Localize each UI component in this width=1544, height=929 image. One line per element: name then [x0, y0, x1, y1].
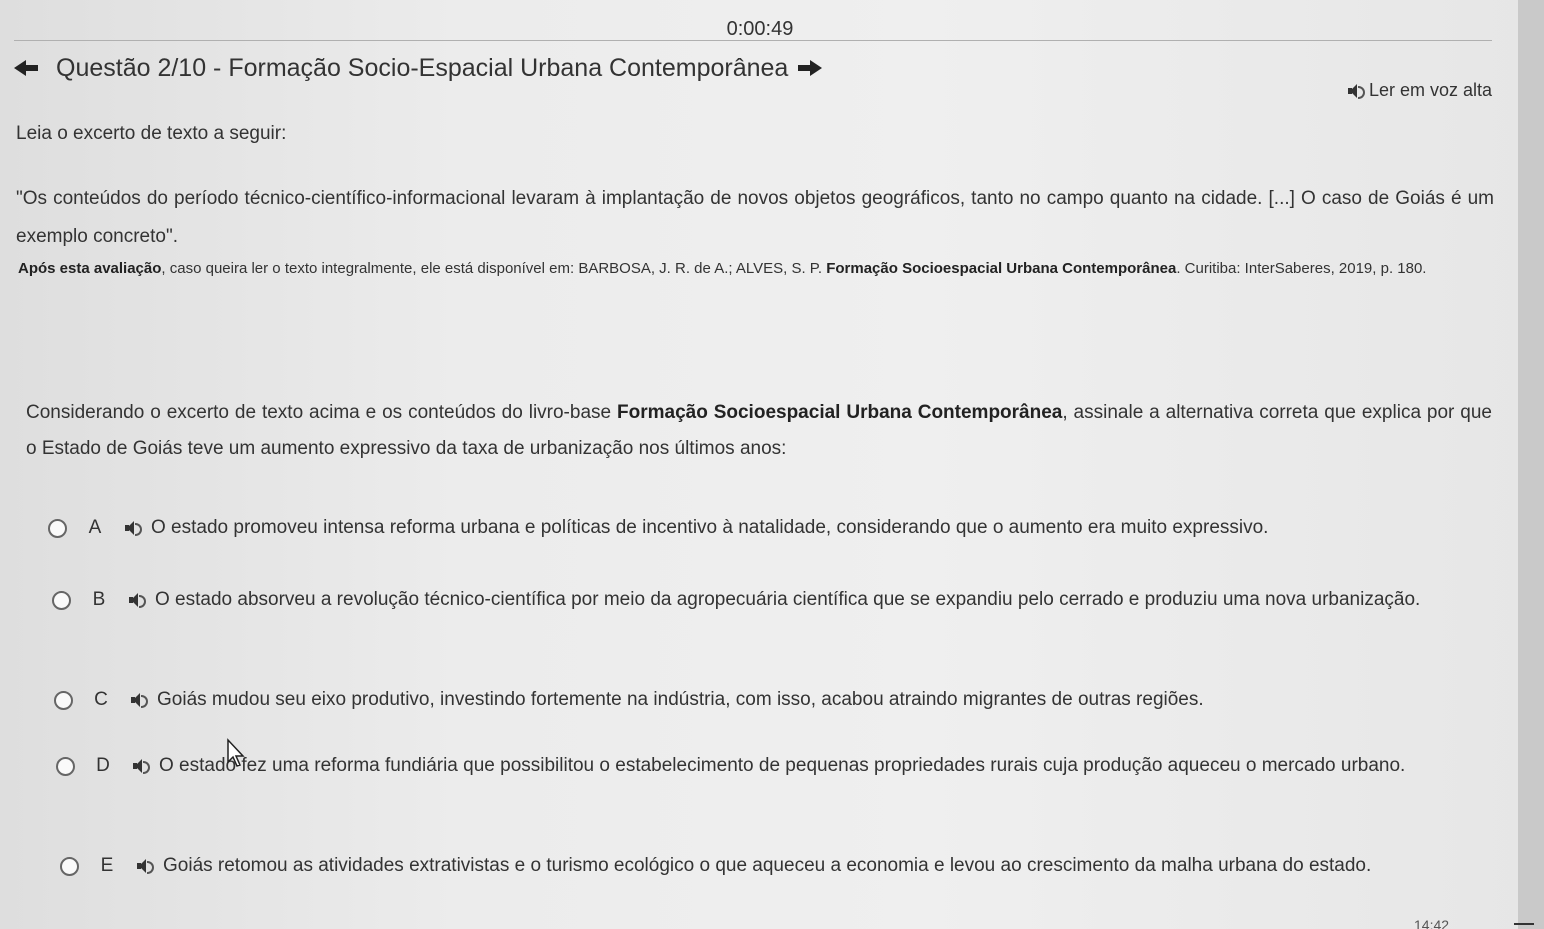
- radio-button[interactable]: [56, 757, 75, 776]
- option-e[interactable]: E Goiás retomou as atividades extrativis…: [60, 846, 1474, 886]
- option-a[interactable]: A O estado promoveu intensa reforma urba…: [48, 508, 1492, 548]
- statement-lead: Considerando o excerto de texto acima e …: [26, 402, 617, 423]
- speaker-icon[interactable]: [123, 759, 159, 774]
- option-b[interactable]: B O estado absorveu a revolução técnico-…: [52, 580, 1474, 620]
- intro-text: Leia o excerto de texto a seguir:: [16, 123, 287, 144]
- option-text: O estado absorveu a revolução técnico-ci…: [155, 589, 1421, 610]
- option-d[interactable]: D O estado fez uma reforma fundiária que…: [56, 746, 1474, 786]
- reference-book: Formação Socioespacial Urbana Contemporâ…: [826, 260, 1177, 277]
- question-statement: Considerando o excerto de texto acima e …: [26, 395, 1492, 467]
- speaker-icon[interactable]: [121, 693, 157, 708]
- quote-text: "Os conteúdos do período técnico-científ…: [16, 188, 1494, 247]
- speaker-icon[interactable]: [127, 859, 163, 874]
- arrow-right-icon[interactable]: [798, 57, 824, 79]
- divider: [14, 40, 1492, 41]
- reference-lead: Após esta avaliação: [18, 260, 162, 277]
- read-aloud-button[interactable]: Ler em voz alta: [1347, 80, 1492, 101]
- question-title: Questão 2/10 - Formação Socio-Espacial U…: [56, 53, 789, 82]
- arrow-left-icon[interactable]: [14, 57, 40, 79]
- option-letter: A: [88, 517, 102, 538]
- timer: 0:00:49: [726, 18, 794, 40]
- speaker-icon[interactable]: [115, 521, 151, 536]
- option-letter: D: [96, 755, 110, 776]
- speaker-icon[interactable]: [119, 593, 155, 608]
- option-letter: B: [92, 589, 106, 610]
- option-c[interactable]: C Goiás mudou seu eixo produtivo, invest…: [54, 680, 1474, 720]
- radio-button[interactable]: [60, 857, 79, 876]
- reference-tail: . Curitiba: InterSaberes, 2019, p. 180.: [1176, 260, 1427, 277]
- option-letter: C: [94, 689, 108, 710]
- window-edge: [1518, 0, 1544, 929]
- option-text: O estado fez uma reforma fundiária que p…: [159, 755, 1406, 776]
- system-clock: 14:42: [1414, 917, 1450, 929]
- taskbar-indicator: [1514, 923, 1534, 925]
- statement-book: Formação Socioespacial Urbana Contemporâ…: [617, 402, 1063, 423]
- radio-button[interactable]: [52, 591, 71, 610]
- option-letter: E: [100, 855, 114, 876]
- mouse-cursor-icon: [227, 738, 245, 767]
- radio-button[interactable]: [54, 691, 73, 710]
- question-page: 0:00:49 Questão 2/10 - Formação Socio-Es…: [0, 0, 1544, 929]
- radio-button[interactable]: [48, 519, 67, 538]
- option-text: Goiás retomou as atividades extrativista…: [163, 855, 1372, 876]
- read-aloud-label: Ler em voz alta: [1368, 80, 1492, 100]
- option-text: Goiás mudou seu eixo produtivo, investin…: [157, 689, 1204, 710]
- reference-mid: , caso queira ler o texto integralmente,…: [161, 260, 827, 277]
- question-header: Questão 2/10 - Formação Socio-Espacial U…: [14, 53, 824, 83]
- option-text: O estado promoveu intensa reforma urbana…: [151, 517, 1269, 538]
- speaker-icon: [1347, 83, 1365, 99]
- reference-text: Após esta avaliação, caso queira ler o t…: [18, 248, 1494, 290]
